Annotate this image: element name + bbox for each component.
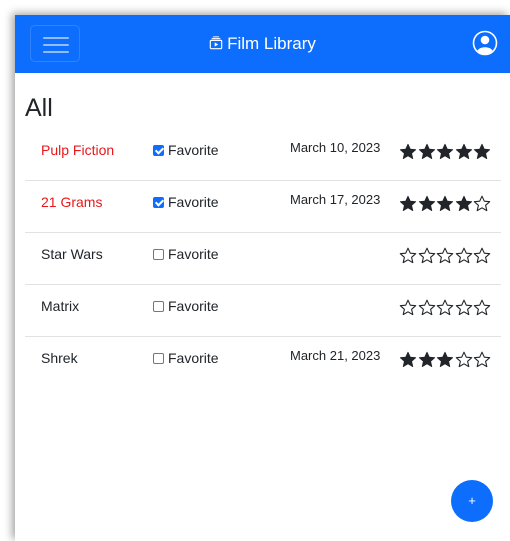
collection-play-icon xyxy=(209,36,223,50)
watch-date: March 17, 2023 xyxy=(290,192,381,207)
watch-date: March 21, 2023 xyxy=(290,348,381,363)
star-filled-icon[interactable] xyxy=(455,143,473,161)
film-title[interactable]: Shrek xyxy=(41,350,78,366)
star-empty-icon[interactable] xyxy=(455,351,473,369)
favorite-label: Favorite xyxy=(168,350,219,366)
star-filled-icon[interactable] xyxy=(436,195,454,213)
star-filled-icon[interactable] xyxy=(399,351,417,369)
favorite-label: Favorite xyxy=(168,298,219,314)
favorite-checkbox[interactable] xyxy=(153,249,164,260)
star-filled-icon[interactable] xyxy=(399,195,417,213)
navbar-brand[interactable]: Film Library xyxy=(15,34,510,54)
app-window: Film Library All Pulp Fiction Favorite M… xyxy=(15,15,510,541)
star-rating xyxy=(399,351,492,369)
navbar: Film Library xyxy=(15,15,510,73)
film-title[interactable]: Pulp Fiction xyxy=(41,142,114,158)
star-empty-icon[interactable] xyxy=(455,247,473,265)
star-rating xyxy=(399,247,492,265)
user-profile-button[interactable] xyxy=(472,30,498,56)
star-filled-icon[interactable] xyxy=(473,143,491,161)
star-filled-icon[interactable] xyxy=(436,143,454,161)
film-title[interactable]: Matrix xyxy=(41,298,79,314)
star-empty-icon[interactable] xyxy=(473,351,491,369)
film-row: Pulp Fiction Favorite March 10, 2023 xyxy=(25,129,501,181)
film-row: 21 Grams Favorite March 17, 2023 xyxy=(25,181,501,233)
star-empty-icon[interactable] xyxy=(436,247,454,265)
watch-date: March 10, 2023 xyxy=(290,140,381,155)
favorite-label: Favorite xyxy=(168,194,219,210)
star-rating xyxy=(399,143,492,161)
brand-title: Film Library xyxy=(227,34,316,53)
favorite-toggle[interactable]: Favorite xyxy=(153,298,219,314)
star-filled-icon[interactable] xyxy=(399,143,417,161)
star-filled-icon[interactable] xyxy=(418,143,436,161)
star-rating xyxy=(399,195,492,213)
star-empty-icon[interactable] xyxy=(436,299,454,317)
film-row: Matrix Favorite xyxy=(25,285,501,337)
person-circle-icon xyxy=(472,30,498,56)
star-empty-icon[interactable] xyxy=(473,247,491,265)
star-empty-icon[interactable] xyxy=(418,247,436,265)
add-film-button[interactable]: + xyxy=(451,480,493,522)
favorite-checkbox[interactable] xyxy=(153,353,164,364)
favorite-label: Favorite xyxy=(168,246,219,262)
filter-title: All xyxy=(25,94,53,122)
star-filled-icon[interactable] xyxy=(455,195,473,213)
favorite-toggle[interactable]: Favorite xyxy=(153,246,219,262)
star-rating xyxy=(399,299,492,317)
favorite-checkbox[interactable] xyxy=(153,197,164,208)
favorite-checkbox[interactable] xyxy=(153,145,164,156)
favorite-toggle[interactable]: Favorite xyxy=(153,350,219,366)
star-filled-icon[interactable] xyxy=(418,351,436,369)
favorite-label: Favorite xyxy=(168,142,219,158)
film-title[interactable]: Star Wars xyxy=(41,246,103,262)
favorite-checkbox[interactable] xyxy=(153,301,164,312)
star-empty-icon[interactable] xyxy=(399,247,417,265)
film-row: Shrek Favorite March 21, 2023 xyxy=(25,337,501,388)
film-list: Pulp Fiction Favorite March 10, 2023 21 … xyxy=(25,129,501,388)
star-filled-icon[interactable] xyxy=(436,351,454,369)
favorite-toggle[interactable]: Favorite xyxy=(153,194,219,210)
film-row: Star Wars Favorite xyxy=(25,233,501,285)
favorite-toggle[interactable]: Favorite xyxy=(153,142,219,158)
star-empty-icon[interactable] xyxy=(473,299,491,317)
star-empty-icon[interactable] xyxy=(473,195,491,213)
star-empty-icon[interactable] xyxy=(455,299,473,317)
star-filled-icon[interactable] xyxy=(418,195,436,213)
star-empty-icon[interactable] xyxy=(418,299,436,317)
film-title[interactable]: 21 Grams xyxy=(41,194,102,210)
star-empty-icon[interactable] xyxy=(399,299,417,317)
